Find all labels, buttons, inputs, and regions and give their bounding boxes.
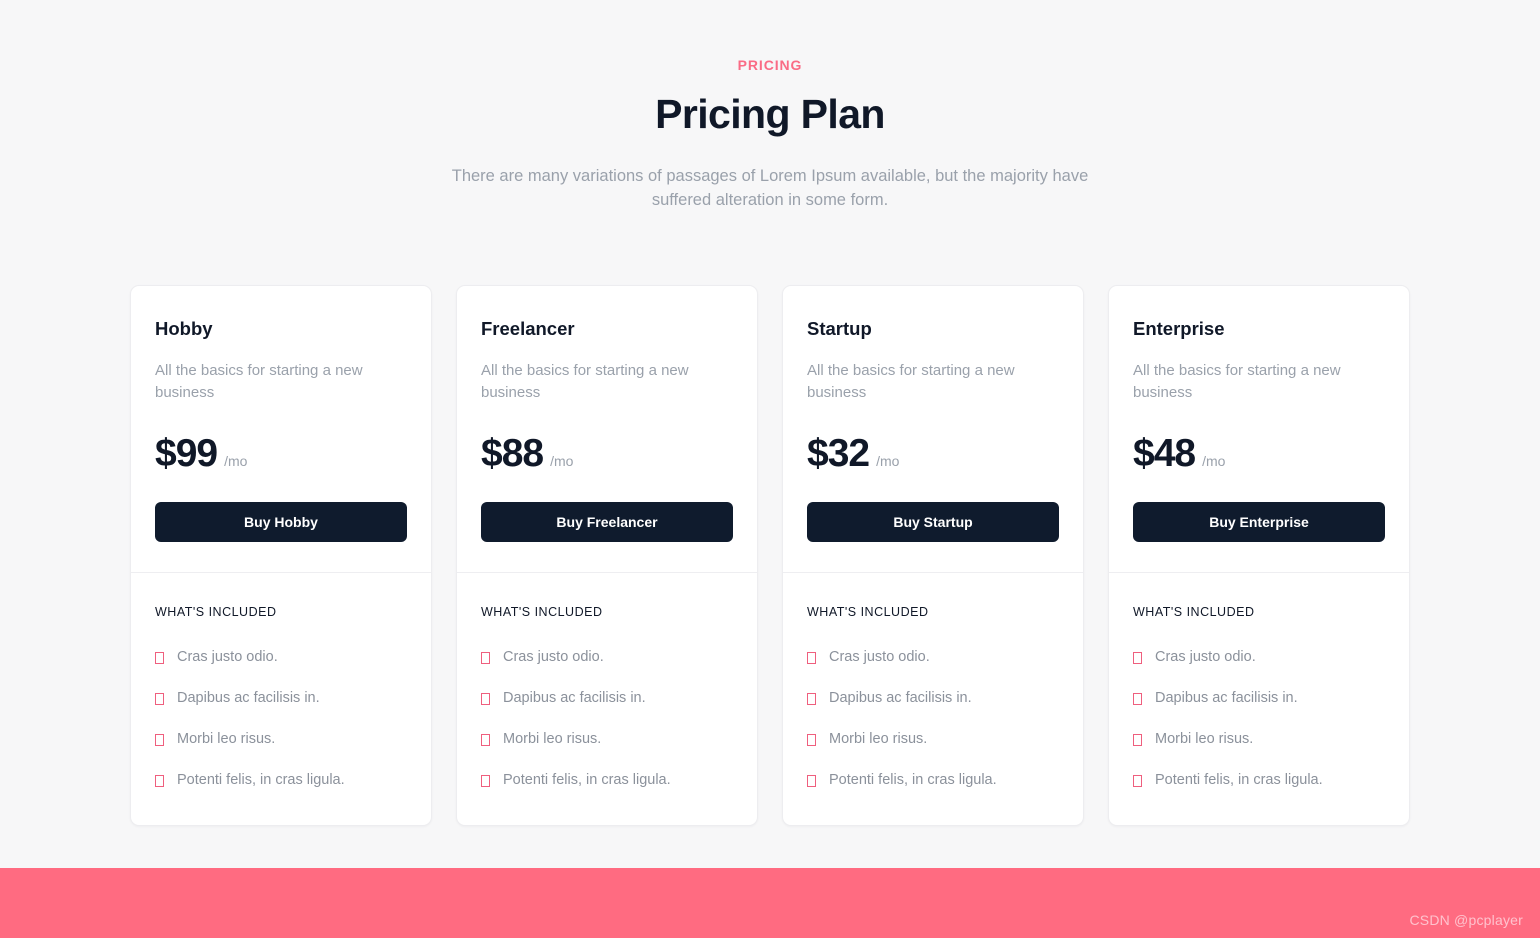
list-item: Cras justo odio. — [807, 647, 1059, 668]
feature-label: Morbi leo risus. — [177, 731, 276, 747]
feature-label: Potenti felis, in cras ligula. — [503, 772, 671, 788]
pricing-cards-row: Hobby All the basics for starting a new … — [0, 285, 1540, 826]
list-item: Potenti felis, in cras ligula. — [481, 770, 733, 791]
pricing-header: PRICING Pricing Plan There are many vari… — [0, 0, 1540, 212]
bottom-color-band: CSDN @pcplayer — [0, 868, 1540, 938]
tofu-box-icon — [155, 692, 164, 705]
tofu-box-icon — [155, 774, 164, 787]
plan-description: All the basics for starting a new busine… — [807, 362, 1015, 401]
feature-label: Dapibus ac facilisis in. — [503, 690, 646, 706]
buy-button[interactable]: Buy Hobby — [155, 502, 407, 542]
card-header: Freelancer All the basics for starting a… — [457, 286, 757, 573]
price-row: $99 /mo — [155, 432, 407, 476]
whats-included-label: WHAT'S INCLUDED — [155, 605, 277, 619]
tofu-box-icon — [807, 651, 816, 664]
buy-button[interactable]: Buy Freelancer — [481, 502, 733, 542]
list-item: Cras justo odio. — [481, 647, 733, 668]
plan-name: Hobby — [155, 318, 213, 339]
pricing-card: Freelancer All the basics for starting a… — [456, 285, 758, 826]
tofu-box-icon — [155, 651, 164, 664]
card-header: Enterprise All the basics for starting a… — [1109, 286, 1409, 573]
price-row: $48 /mo — [1133, 432, 1385, 476]
card-features: WHAT'S INCLUDED Cras justo odio. Dapibus… — [131, 573, 431, 825]
pricing-card: Hobby All the basics for starting a new … — [130, 285, 432, 826]
plan-description: All the basics for starting a new busine… — [481, 362, 689, 401]
feature-list: Cras justo odio. Dapibus ac facilisis in… — [155, 647, 407, 791]
price-amount: $48 — [1133, 432, 1196, 475]
feature-label: Morbi leo risus. — [503, 731, 602, 747]
whats-included-label: WHAT'S INCLUDED — [807, 605, 929, 619]
list-item: Potenti felis, in cras ligula. — [807, 770, 1059, 791]
feature-label: Potenti felis, in cras ligula. — [177, 772, 345, 788]
page-subtitle: There are many variations of passages of… — [451, 167, 1089, 209]
list-item: Cras justo odio. — [1133, 647, 1385, 668]
page-title: Pricing Plan — [655, 91, 885, 137]
whats-included-label: WHAT'S INCLUDED — [1133, 605, 1255, 619]
price-amount: $32 — [807, 432, 870, 475]
plan-name: Enterprise — [1133, 318, 1225, 339]
price-amount: $88 — [481, 432, 544, 475]
feature-label: Cras justo odio. — [1155, 649, 1256, 665]
tofu-box-icon — [155, 733, 164, 746]
feature-label: Morbi leo risus. — [1155, 731, 1254, 747]
feature-label: Cras justo odio. — [503, 649, 604, 665]
card-header: Startup All the basics for starting a ne… — [783, 286, 1083, 573]
pricing-card: Startup All the basics for starting a ne… — [782, 285, 1084, 826]
price-amount: $99 — [155, 432, 218, 475]
watermark-label: CSDN @pcplayer — [1409, 912, 1523, 928]
tofu-box-icon — [1133, 774, 1142, 787]
card-header: Hobby All the basics for starting a new … — [131, 286, 431, 573]
whats-included-label: WHAT'S INCLUDED — [481, 605, 603, 619]
tofu-box-icon — [807, 692, 816, 705]
pricing-card: Enterprise All the basics for starting a… — [1108, 285, 1410, 826]
tofu-box-icon — [807, 733, 816, 746]
feature-label: Cras justo odio. — [829, 649, 930, 665]
tofu-box-icon — [481, 774, 490, 787]
price-row: $32 /mo — [807, 432, 1059, 476]
buy-button[interactable]: Buy Startup — [807, 502, 1059, 542]
list-item: Morbi leo risus. — [1133, 729, 1385, 750]
price-period: /mo — [876, 453, 900, 469]
tofu-box-icon — [481, 651, 490, 664]
list-item: Morbi leo risus. — [155, 729, 407, 750]
list-item: Cras justo odio. — [155, 647, 407, 668]
list-item: Morbi leo risus. — [807, 729, 1059, 750]
tofu-box-icon — [481, 692, 490, 705]
price-period: /mo — [1202, 453, 1226, 469]
feature-list: Cras justo odio. Dapibus ac facilisis in… — [1133, 647, 1385, 791]
feature-list: Cras justo odio. Dapibus ac facilisis in… — [807, 647, 1059, 791]
card-features: WHAT'S INCLUDED Cras justo odio. Dapibus… — [457, 573, 757, 825]
tofu-box-icon — [1133, 733, 1142, 746]
feature-label: Potenti felis, in cras ligula. — [829, 772, 997, 788]
feature-list: Cras justo odio. Dapibus ac facilisis in… — [481, 647, 733, 791]
list-item: Dapibus ac facilisis in. — [155, 688, 407, 709]
plan-description: All the basics for starting a new busine… — [1133, 362, 1341, 401]
plan-name: Startup — [807, 318, 872, 339]
section-eyebrow: PRICING — [737, 57, 803, 73]
buy-button[interactable]: Buy Enterprise — [1133, 502, 1385, 542]
tofu-box-icon — [1133, 651, 1142, 664]
card-features: WHAT'S INCLUDED Cras justo odio. Dapibus… — [1109, 573, 1409, 825]
price-period: /mo — [224, 453, 248, 469]
list-item: Dapibus ac facilisis in. — [481, 688, 733, 709]
list-item: Morbi leo risus. — [481, 729, 733, 750]
plan-description: All the basics for starting a new busine… — [155, 362, 363, 401]
feature-label: Morbi leo risus. — [829, 731, 928, 747]
tofu-box-icon — [807, 774, 816, 787]
list-item: Dapibus ac facilisis in. — [807, 688, 1059, 709]
list-item: Dapibus ac facilisis in. — [1133, 688, 1385, 709]
card-features: WHAT'S INCLUDED Cras justo odio. Dapibus… — [783, 573, 1083, 825]
list-item: Potenti felis, in cras ligula. — [1133, 770, 1385, 791]
feature-label: Cras justo odio. — [177, 649, 278, 665]
feature-label: Potenti felis, in cras ligula. — [1155, 772, 1323, 788]
tofu-box-icon — [1133, 692, 1142, 705]
feature-label: Dapibus ac facilisis in. — [1155, 690, 1298, 706]
feature-label: Dapibus ac facilisis in. — [829, 690, 972, 706]
price-row: $88 /mo — [481, 432, 733, 476]
list-item: Potenti felis, in cras ligula. — [155, 770, 407, 791]
plan-name: Freelancer — [481, 318, 575, 339]
price-period: /mo — [550, 453, 574, 469]
tofu-box-icon — [481, 733, 490, 746]
feature-label: Dapibus ac facilisis in. — [177, 690, 320, 706]
